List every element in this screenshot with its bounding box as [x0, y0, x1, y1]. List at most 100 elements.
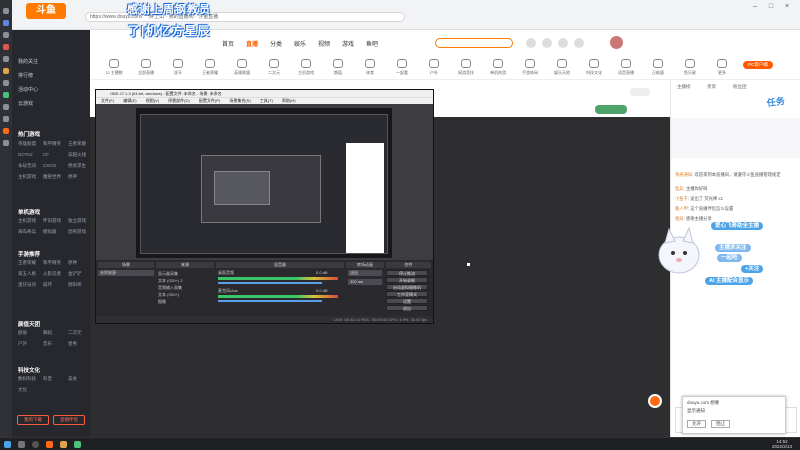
category-item[interactable]: 娱乐天地: [550, 59, 574, 76]
sidebar-link[interactable]: 舞蹈: [43, 330, 52, 336]
stop-streaming-button[interactable]: 停止推流: [386, 270, 428, 276]
virtual-camera-button[interactable]: 启动虚拟摄像机: [386, 284, 428, 290]
sidebar-link[interactable]: 绝地求生: [68, 163, 86, 169]
category-item[interactable]: 体育: [358, 59, 382, 76]
nav-item-home[interactable]: 首页: [222, 39, 234, 48]
menu-item-tools[interactable]: 工具(T): [260, 98, 273, 103]
tab-icon[interactable]: [3, 68, 9, 74]
avatar[interactable]: [610, 36, 623, 49]
sidebar-link[interactable]: 音乐: [43, 341, 52, 347]
category-item[interactable]: 户外: [422, 59, 446, 76]
nav-item-yuba[interactable]: 鱼吧: [366, 39, 378, 48]
tab-icon[interactable]: [3, 44, 9, 50]
category-item[interactable]: 主机游戏: [294, 59, 318, 76]
follow-button[interactable]: [595, 105, 627, 114]
scene-item[interactable]: 未知来源: [98, 270, 154, 276]
category-item[interactable]: 正能量: [646, 59, 670, 76]
sidebar-link[interactable]: 永劫无间: [18, 163, 36, 169]
menu-item-profile[interactable]: 配置文件(P): [199, 98, 220, 103]
menu-item-edit[interactable]: 编辑(E): [123, 98, 136, 103]
sidebar-link[interactable]: 怀旧游戏: [43, 218, 61, 224]
sidebar-link[interactable]: 星秀: [68, 341, 77, 347]
search-icon[interactable]: [18, 441, 25, 448]
tab-fans[interactable]: 粉丝团: [733, 84, 747, 90]
sidebar-link[interactable]: 蛋仔派对: [18, 282, 36, 288]
download-icon[interactable]: [558, 38, 568, 48]
system-clock[interactable]: 14:52 2022/2/13: [772, 439, 792, 449]
minimize-icon[interactable]: –: [750, 3, 760, 11]
nav-item-video[interactable]: 视频: [318, 39, 330, 48]
sidebar-link[interactable]: CSGO: [43, 163, 56, 168]
sidebar-link[interactable]: 第五人格: [18, 271, 36, 277]
sidebar-link[interactable]: 主机游戏: [18, 218, 36, 224]
tab-icon[interactable]: [3, 116, 9, 122]
sidebar-link[interactable]: 模拟器: [43, 229, 57, 235]
task-badge[interactable]: 任务: [766, 92, 800, 114]
nav-item-live[interactable]: 直播: [246, 39, 258, 48]
app-icon[interactable]: [74, 441, 81, 448]
tab-icon[interactable]: [3, 32, 9, 38]
sidebar-link[interactable]: 户外: [18, 341, 27, 347]
chat-username[interactable]: 路人甲: [675, 206, 688, 211]
category-item[interactable]: 王者荣耀: [198, 59, 222, 76]
chat-username[interactable]: 星辰: [675, 216, 684, 221]
menu-item-view[interactable]: 视图(V): [146, 98, 159, 103]
folder-icon[interactable]: [60, 441, 67, 448]
tab-icon[interactable]: [3, 104, 9, 110]
obs-window[interactable]: OBS 27.1.3 (64-bit, windows) - 配置文件: 未命名…: [95, 89, 434, 324]
obs-preview[interactable]: [136, 108, 392, 258]
category-item[interactable]: 二次元: [262, 59, 286, 76]
gift-float-icon[interactable]: [648, 394, 662, 408]
nav-item-category[interactable]: 分类: [270, 39, 282, 48]
allow-button[interactable]: 允许: [687, 420, 706, 428]
history-icon[interactable]: [526, 38, 536, 48]
live-companion-button[interactable]: 直播伴侣: [53, 415, 85, 425]
task-icon[interactable]: [574, 38, 584, 48]
sidebar-link[interactable]: DOTA2: [18, 152, 33, 157]
close-icon[interactable]: ×: [782, 3, 792, 11]
studio-mode-button[interactable]: 工作室模式: [386, 291, 428, 297]
sidebar-link[interactable]: 王者荣耀: [18, 260, 36, 266]
maximize-icon[interactable]: □: [766, 3, 776, 11]
category-item[interactable]: 英雄联盟: [230, 59, 254, 76]
sidebar-link[interactable]: 颜值: [18, 330, 27, 336]
douyu-taskbar-icon[interactable]: [46, 441, 53, 448]
category-item[interactable]: 全部直播: [134, 59, 158, 76]
sidebar-link[interactable]: 原神: [68, 174, 77, 180]
sidebar-link[interactable]: 魔兽世界: [43, 174, 61, 180]
back-icon[interactable]: [3, 8, 9, 14]
category-item[interactable]: 颜值: [326, 59, 350, 76]
menu-item-file[interactable]: 文件(F): [101, 98, 114, 103]
chat-username[interactable]: 鱼友: [675, 186, 684, 191]
exit-button[interactable]: 退出: [386, 305, 428, 311]
category-item[interactable]: 一起看: [390, 59, 414, 76]
sidebar-link[interactable]: CF: [43, 152, 49, 157]
settings-button[interactable]: 设置: [386, 298, 428, 304]
category-item[interactable]: 网游竞技: [454, 59, 478, 76]
volume-slider[interactable]: [218, 300, 322, 302]
source-item[interactable]: 音频输入采集: [158, 284, 183, 291]
sidebar-link[interactable]: 金铲铲: [68, 271, 82, 277]
site-logo[interactable]: 斗鱼: [26, 3, 66, 19]
start-recording-button[interactable]: 开始录制: [386, 277, 428, 283]
chat-username[interactable]: 系统通知: [675, 172, 692, 177]
sidebar-link[interactable]: 王者荣耀: [68, 141, 86, 147]
category-item[interactable]: 鱼乐星: [678, 59, 702, 76]
sidebar-link[interactable]: 恐怖游戏: [68, 229, 86, 235]
sidebar-link[interactable]: 科普: [43, 376, 52, 382]
category-item[interactable]: 语音直播: [614, 59, 638, 76]
sidebar-link[interactable]: 英雄联盟: [18, 141, 36, 147]
start-icon[interactable]: [4, 441, 11, 448]
category-item[interactable]: 更多: [710, 59, 734, 76]
download-app-button[interactable]: 我的下载: [17, 415, 49, 425]
sidebar-link[interactable]: 独立游戏: [68, 218, 86, 224]
tab-anchor-rank[interactable]: 主播榜: [677, 84, 691, 90]
tab-vip[interactable]: 贵宾: [707, 84, 716, 90]
tab-icon[interactable]: [3, 20, 9, 26]
category-item[interactable]: 12 主播数: [102, 59, 126, 76]
share-button[interactable]: [630, 88, 650, 96]
category-item[interactable]: 科技文化: [582, 59, 606, 76]
menu-item-scene-collection[interactable]: 场景集合(S): [229, 98, 250, 103]
sidebar-item-follow[interactable]: 我的关注: [18, 58, 38, 65]
sidebar-link[interactable]: 二次元: [68, 330, 82, 336]
